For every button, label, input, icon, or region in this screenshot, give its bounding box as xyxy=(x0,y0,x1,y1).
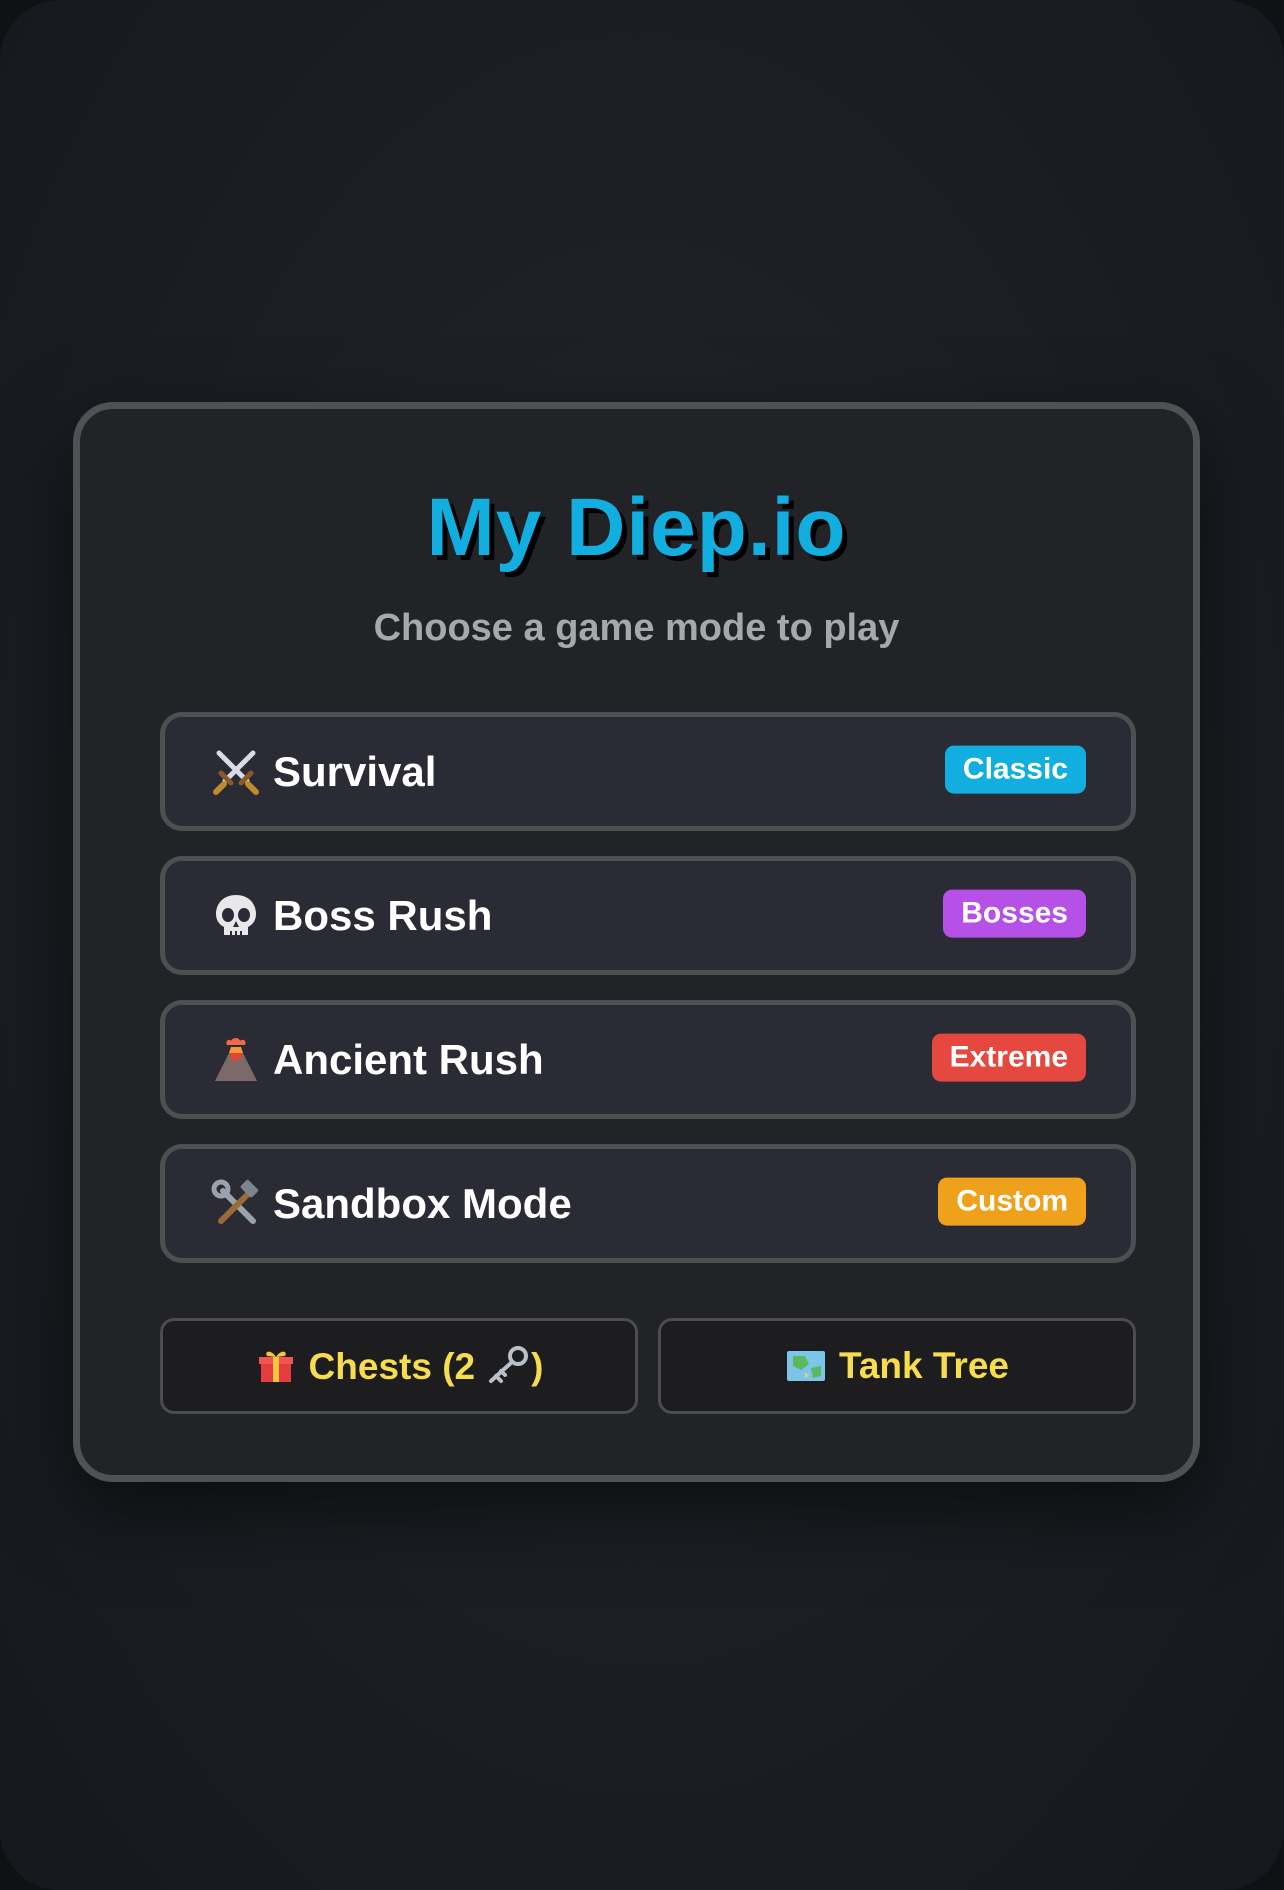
chests-label: Chests (2) xyxy=(308,1345,544,1387)
mode-boss-rush-button[interactable]: Boss Rush Bosses xyxy=(160,856,1136,975)
mode-label: Ancient Rush xyxy=(273,1035,544,1083)
mode-survival-button[interactable]: Survival Classic xyxy=(160,712,1136,831)
tank-tree-button[interactable]: Tank Tree xyxy=(658,1318,1136,1414)
tank-tree-label: Tank Tree xyxy=(838,1345,1009,1386)
mode-tag-custom: Custom xyxy=(938,1177,1086,1226)
game-screen: My Diep.io Choose a game mode to play Su… xyxy=(0,0,1284,1890)
mode-label: Sandbox Mode xyxy=(273,1179,572,1227)
skull-icon xyxy=(210,890,262,942)
mode-tag-bosses: Bosses xyxy=(943,889,1086,938)
map-icon xyxy=(785,1345,827,1387)
volcano-icon xyxy=(210,1034,262,1086)
key-icon xyxy=(485,1345,529,1385)
chests-button[interactable]: Chests (2) xyxy=(160,1318,638,1414)
mode-tag-extreme: Extreme xyxy=(931,1033,1086,1082)
mode-sandbox-button[interactable]: Sandbox Mode Custom xyxy=(160,1144,1136,1263)
crossed-swords-icon xyxy=(210,746,262,798)
menu-subtitle: Choose a game mode to play xyxy=(373,607,900,649)
game-mode-list: Survival Classic Boss Rush Bosses Ancien… xyxy=(160,712,1136,1288)
mode-ancient-rush-button[interactable]: Ancient Rush Extreme xyxy=(160,1000,1136,1119)
menu-actions: Chests (2) Tank Tree xyxy=(160,1318,1136,1414)
mode-label: Survival xyxy=(273,747,437,795)
gift-icon xyxy=(255,1345,297,1387)
hammer-wrench-icon xyxy=(210,1178,262,1230)
main-menu-panel: My Diep.io Choose a game mode to play Su… xyxy=(73,402,1200,1482)
mode-label: Boss Rush xyxy=(273,891,493,939)
mode-tag-classic: Classic xyxy=(944,745,1086,794)
game-title: My Diep.io xyxy=(426,482,847,573)
